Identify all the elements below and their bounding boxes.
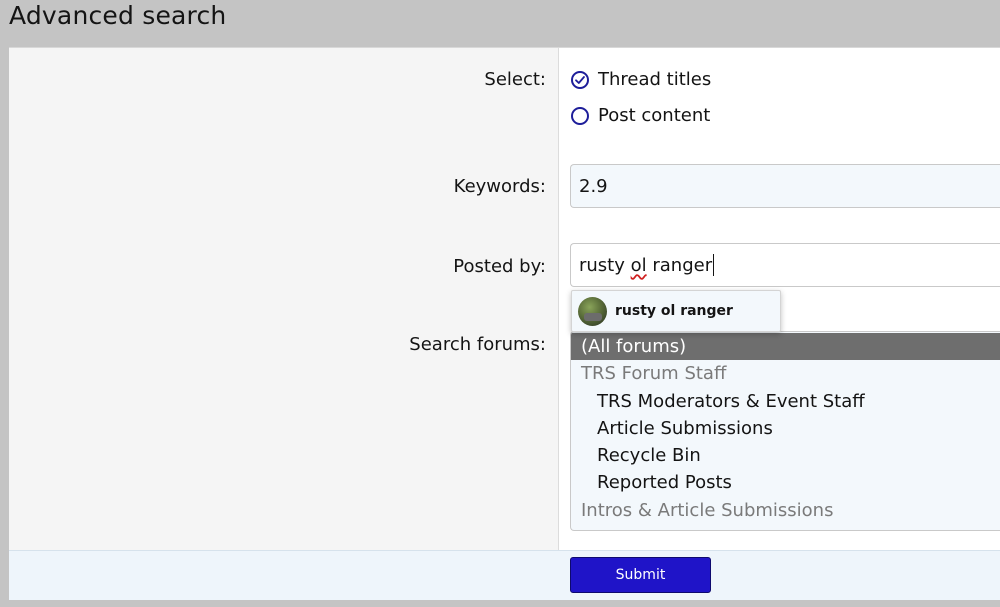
- forum-option[interactable]: Article Submissions: [571, 415, 1000, 442]
- forums-listbox[interactable]: (All forums) TRS Forum Staff TRS Moderat…: [570, 331, 1000, 531]
- username-suggestion[interactable]: rusty ol ranger: [571, 290, 781, 332]
- radio-post-content-label: Post content: [598, 105, 711, 126]
- radio-unchecked-icon: [571, 106, 589, 125]
- forum-option[interactable]: (All forums): [571, 333, 1000, 361]
- posted-by-value-prefix: rusty: [579, 254, 631, 276]
- keywords-value: 2.9: [579, 175, 608, 197]
- forum-option[interactable]: TRS Moderators & Event Staff: [571, 388, 1000, 415]
- radio-checked-icon: [571, 70, 589, 89]
- submit-button[interactable]: Submit: [570, 557, 711, 593]
- radio-post-content[interactable]: Post content: [571, 105, 710, 126]
- select-label: Select:: [484, 69, 546, 90]
- keywords-input[interactable]: 2.9: [570, 164, 1000, 208]
- forum-option[interactable]: Reported Posts: [571, 469, 1000, 496]
- suggestion-name: rusty ol ranger: [615, 303, 733, 319]
- radio-thread-titles-label: Thread titles: [598, 69, 712, 90]
- posted-by-label: Posted by:: [453, 256, 546, 277]
- text-caret: [713, 254, 715, 276]
- advanced-search-form: Select: Thread titles Post content Keywo…: [9, 47, 1000, 600]
- form-divider: [558, 48, 559, 550]
- search-forums-label: Search forums:: [409, 334, 546, 355]
- user-avatar-icon: [578, 296, 607, 326]
- forum-option[interactable]: Intros & Article Submissions: [571, 497, 1000, 524]
- page-title: Advanced search: [9, 1, 227, 30]
- forum-option[interactable]: Recycle Bin: [571, 442, 1000, 469]
- forum-option[interactable]: TRS Forum Staff: [571, 360, 1000, 387]
- radio-thread-titles[interactable]: Thread titles: [571, 69, 711, 90]
- posted-by-value-misspelled: ol: [630, 254, 647, 276]
- posted-by-input[interactable]: rusty ol ranger: [570, 243, 1000, 287]
- posted-by-value-suffix: ranger: [646, 254, 713, 276]
- submit-bar: Submit: [9, 550, 1000, 600]
- keywords-label: Keywords:: [453, 176, 546, 197]
